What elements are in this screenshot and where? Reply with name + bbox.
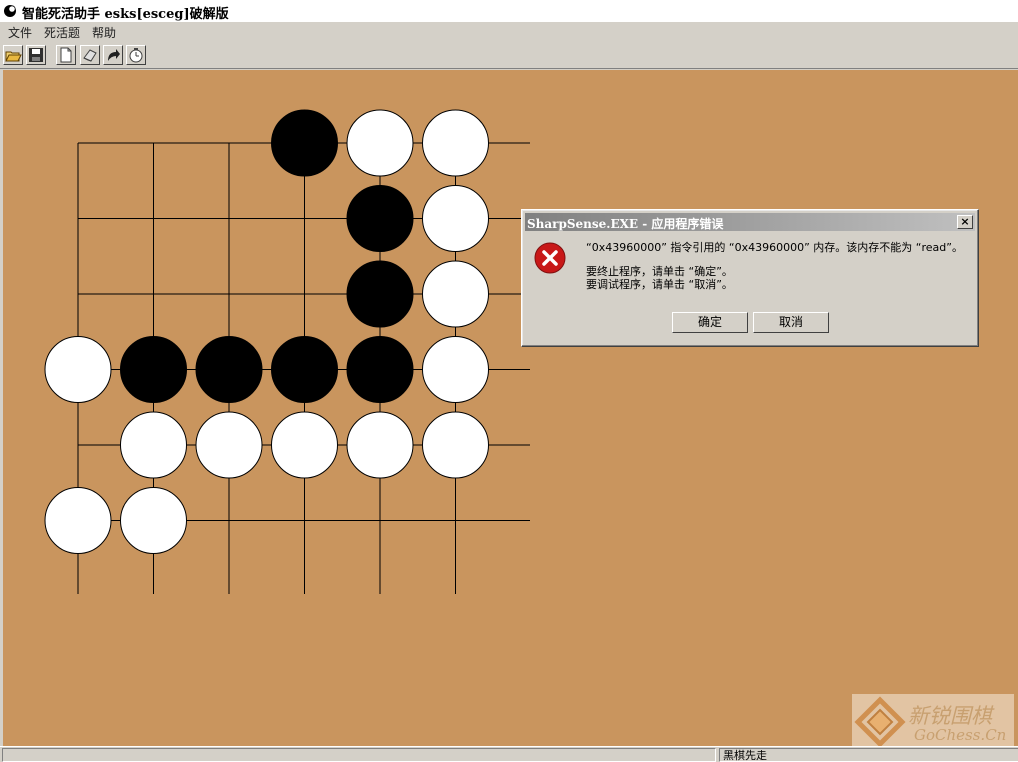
dialog-close-button[interactable]: × xyxy=(957,215,973,229)
watermark-logo xyxy=(854,696,906,748)
black-stone[interactable] xyxy=(120,336,187,403)
save-button[interactable] xyxy=(26,45,46,65)
go-board[interactable] xyxy=(3,70,1018,746)
cancel-button[interactable]: 取消 xyxy=(753,312,829,333)
white-stone[interactable] xyxy=(422,109,489,177)
redo-icon xyxy=(108,49,120,61)
toolbar xyxy=(0,42,1018,69)
white-stone[interactable] xyxy=(346,109,414,177)
error-icon xyxy=(534,242,566,274)
menu-file[interactable]: 文件 xyxy=(8,24,32,41)
black-stone[interactable] xyxy=(346,260,414,328)
dialog-title: SharpSense.EXE - 应用程序错误 xyxy=(527,217,724,231)
white-stone[interactable] xyxy=(44,487,112,554)
dialog-title-bar[interactable]: SharpSense.EXE - 应用程序错误 × xyxy=(525,213,975,231)
black-stone[interactable] xyxy=(271,336,338,403)
app-icon xyxy=(4,5,16,17)
black-stone[interactable] xyxy=(346,185,414,252)
white-stone[interactable] xyxy=(44,336,112,403)
white-stone[interactable] xyxy=(120,487,187,554)
menu-bar: 文件 死活题 帮助 xyxy=(0,22,1018,42)
error-dialog: SharpSense.EXE - 应用程序错误 × “0x43960000” 指… xyxy=(521,209,979,347)
timer-button[interactable] xyxy=(126,45,146,65)
status-bar: 黑棋先走 xyxy=(0,746,1018,762)
title-bar: 智能死活助手 esks[esceg]破解版 xyxy=(0,0,1018,23)
board-grid[interactable] xyxy=(3,70,1018,746)
dialog-message: “0x43960000” 指令引用的 “0x43960000” 内存。该内存不能… xyxy=(586,241,963,291)
dialog-message-line1: “0x43960000” 指令引用的 “0x43960000” 内存。该内存不能… xyxy=(586,241,963,254)
dialog-message-line2: 要终止程序，请单击 “确定”。 xyxy=(586,265,733,278)
new-button[interactable] xyxy=(56,45,76,65)
white-stone[interactable] xyxy=(422,260,489,328)
erase-icon xyxy=(83,49,97,62)
white-stone[interactable] xyxy=(422,411,489,479)
black-stone[interactable] xyxy=(271,109,338,177)
watermark-english: GoChess.Cn xyxy=(914,726,1007,744)
white-stone[interactable] xyxy=(422,185,489,252)
menu-help[interactable]: 帮助 xyxy=(92,24,116,41)
black-stone[interactable] xyxy=(346,336,414,403)
ok-button[interactable]: 确定 xyxy=(672,312,748,333)
white-stone[interactable] xyxy=(195,411,263,479)
white-stone[interactable] xyxy=(422,336,489,403)
menu-life-death[interactable]: 死活题 xyxy=(44,24,80,41)
open-button[interactable] xyxy=(3,45,23,65)
black-stone[interactable] xyxy=(195,336,263,403)
timer-icon xyxy=(129,48,143,63)
redo-button[interactable] xyxy=(103,45,123,65)
save-icon xyxy=(29,48,43,62)
white-stone[interactable] xyxy=(120,411,187,479)
window-title: 智能死活助手 esks[esceg]破解版 xyxy=(22,7,229,22)
watermark: 新锐围棋 GoChess.Cn xyxy=(852,694,1014,750)
white-stone[interactable] xyxy=(346,411,414,479)
erase-button[interactable] xyxy=(80,45,100,65)
new-icon xyxy=(60,47,72,63)
white-stone[interactable] xyxy=(271,411,338,479)
dialog-message-line3: 要调试程序，请单击 “取消”。 xyxy=(586,278,733,291)
open-icon xyxy=(5,51,22,62)
